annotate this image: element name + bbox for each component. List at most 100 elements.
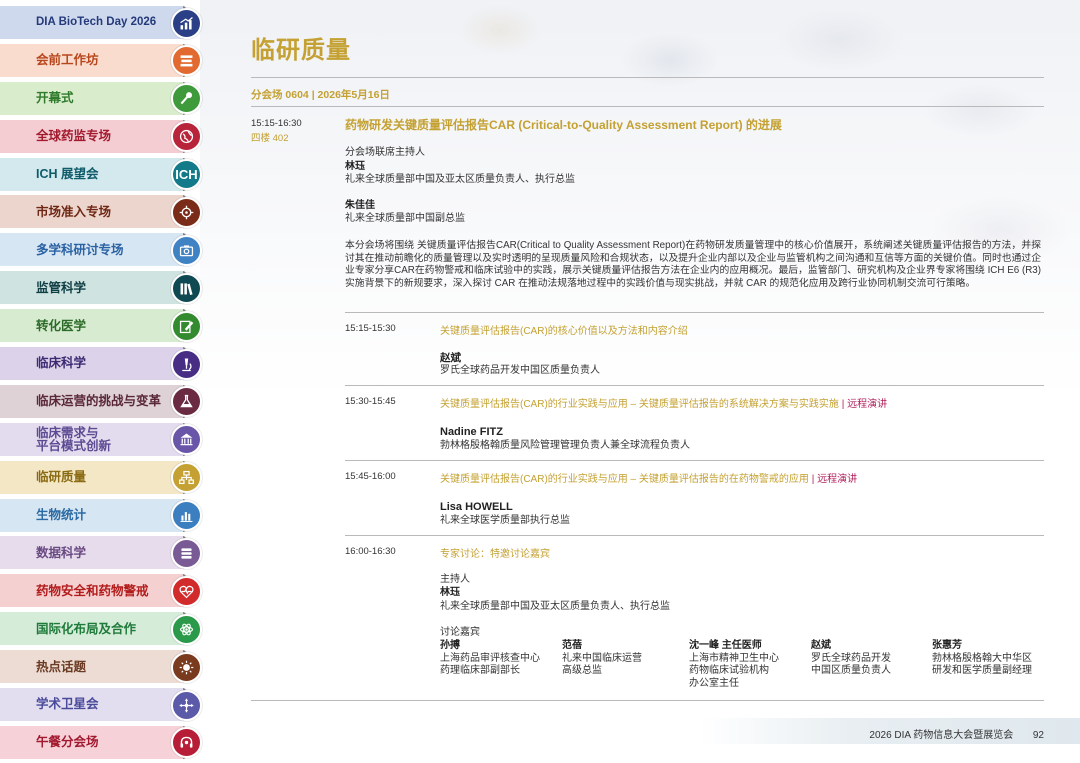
footer-text: 2026 DIA 药物信息大会暨展览会 <box>869 730 1014 741</box>
session-date-line: 分会场 0604 | 2026年5月16日 <box>251 89 390 101</box>
sidebar-item-label: 药物安全和药物警戒 <box>36 583 149 598</box>
divider <box>251 700 1044 701</box>
sidebar-item-label: 开幕式 <box>36 91 74 106</box>
sidebar-item-label: 会前工作坊 <box>36 53 99 68</box>
session-description: 本分会场将围绕 关键质量评估报告CAR(Critical to Quality … <box>345 240 1041 289</box>
camera-icon <box>171 234 202 266</box>
guest-entry: 赵斌 罗氏全球药品开发 中国区质量负责人 <box>811 640 891 678</box>
target-icon <box>171 196 202 228</box>
guest-role: 药物临床试验机构 <box>689 665 769 676</box>
guest-role: 办公室主任 <box>689 677 739 689</box>
chair-role: 礼来全球质量部中国副总监 <box>345 213 465 224</box>
panel-title: 专家讨论：特邀讨论嘉宾 <box>440 549 550 560</box>
remote-tag: 远程演讲 <box>817 474 858 485</box>
speaker-name: Nadine FITZ <box>440 426 503 438</box>
sidebar-item[interactable]: 多学科研讨专场 <box>0 231 205 269</box>
talk-time: 15:15-15:30 <box>345 323 396 334</box>
microphone-icon <box>171 83 202 115</box>
sidebar-item[interactable]: DIA BioTech Day 2026 <box>0 4 205 42</box>
database-icon <box>171 537 202 569</box>
sidebar-item-label: 临床科学 <box>36 356 87 371</box>
sidebar-item[interactable]: 午餐分会场 <box>0 724 205 762</box>
sidebar-item-label: 生物统计 <box>36 508 87 523</box>
sidebar-item[interactable]: 监管科学 <box>0 269 205 307</box>
divider <box>251 106 1044 107</box>
talk-title: 关键质量评估报告(CAR)的核心价值以及方法和内容介绍 <box>440 326 688 337</box>
page-title: 临研质量 <box>251 37 351 64</box>
chair-role: 礼来全球质量部中国及亚太区质量负责人、执行总监 <box>345 174 575 185</box>
guest-name: 赵斌 <box>811 640 831 651</box>
sidebar-item[interactable]: 转化医学 <box>0 307 205 345</box>
building-icon <box>171 424 202 456</box>
sidebar-item[interactable]: ICH 展望会 ICH <box>0 156 205 194</box>
sidebar-item[interactable]: 数据科学 <box>0 534 205 572</box>
sidebar-item[interactable]: 生物统计 <box>0 497 205 535</box>
sidebar-item[interactable]: 学术卫星会 <box>0 686 205 724</box>
sidebar-item[interactable]: 市场准入专场 <box>0 193 205 231</box>
sidebar-item-label: 临床需求与 平台模式创新 <box>36 425 112 453</box>
sidebar-item[interactable]: 会前工作坊 <box>0 42 205 80</box>
atom-icon <box>171 613 202 645</box>
guest-role: 上海市精神卫生中心 <box>689 652 779 664</box>
speaker-role: 勃林格殷格翰质量风险管理管理负责人兼全球流程负责人 <box>440 440 690 451</box>
sidebar-item-label: 转化医学 <box>36 318 87 333</box>
ich-icon: ICH <box>171 159 202 191</box>
guest-entry: 张惠芳 勃林格殷格翰大中华区 研发和医学质量副经理 <box>932 640 1032 678</box>
guest-role: 礼来中国临床运营 <box>562 652 642 664</box>
guest-entry: 范蓓 礼来中国临床运营 高级总监 <box>562 640 642 678</box>
headset-icon <box>171 727 202 759</box>
host-label: 主持人 <box>440 574 470 585</box>
guest-role: 药理临床部副部长 <box>440 665 520 676</box>
sidebar-item[interactable]: 药物安全和药物警戒 <box>0 572 205 610</box>
sidebar-item-label: 监管科学 <box>36 280 87 295</box>
sidebar-item[interactable]: 开幕式 <box>0 80 205 118</box>
sidebar-item[interactable]: 临床需求与 平台模式创新 <box>0 421 205 459</box>
speaker-name: Lisa HOWELL <box>440 501 513 513</box>
sidebar-nav: DIA BioTech Day 2026 会前工作坊开幕式全球药监专场 ICH 展望… <box>0 4 205 762</box>
guest-name: 张惠芳 <box>932 640 962 651</box>
sidebar-item[interactable]: 热点话题 <box>0 648 205 686</box>
sidebar-item-label: 临床运营的挑战与变革 <box>36 394 162 409</box>
talk-time: 15:30-15:45 <box>345 396 396 407</box>
divider <box>251 77 1044 78</box>
heartbeat-icon <box>171 575 202 607</box>
talk-title: 关键质量评估报告(CAR)的行业实践与应用 – 关键质量评估报告的系统解决方案与… <box>440 399 888 410</box>
talk-title: 关键质量评估报告(CAR)的行业实践与应用 – 关键质量评估报告的在药物警戒的应… <box>440 474 858 485</box>
sidebar-item[interactable]: 临研质量 <box>0 459 205 497</box>
sidebar-item-label: 热点话题 <box>36 659 87 674</box>
flask-icon <box>171 386 202 418</box>
speaker-role: 礼来全球医学质量部执行总监 <box>440 515 570 526</box>
sidebar-item[interactable]: 临床运营的挑战与变革 <box>0 383 205 421</box>
sidebar-item-label: 午餐分会场 <box>36 735 99 750</box>
sun-icon <box>171 651 202 683</box>
chairs-label: 分会场联席主持人 <box>345 147 425 158</box>
divider <box>345 535 1044 536</box>
bar-chart-icon <box>171 500 202 532</box>
sidebar-item-label: 市场准入专场 <box>36 204 112 219</box>
remote-tag: 远程演讲 <box>847 399 888 410</box>
chair-name: 朱佳佳 <box>345 200 375 211</box>
satellite-icon <box>171 689 202 721</box>
divider <box>345 385 1044 386</box>
sidebar-item-label: 国际化布局及合作 <box>36 621 137 636</box>
session-time: 15:15-16:30 <box>251 118 302 129</box>
sidebar-item[interactable]: 全球药监专场 <box>0 118 205 156</box>
divider <box>345 312 1044 313</box>
sidebar-item[interactable]: 临床科学 <box>0 345 205 383</box>
chart-icon <box>171 7 202 39</box>
guests-label: 讨论嘉宾 <box>440 627 480 638</box>
books-icon <box>171 272 202 304</box>
chair-name: 林珏 <box>345 161 365 172</box>
footer: 2026 DIA 药物信息大会暨展览会 92 <box>869 726 1044 741</box>
guest-entry: 孙搏 上海药品审评核查中心 药理临床部副部长 <box>440 640 540 678</box>
divider <box>345 460 1044 461</box>
sidebar-item-label: 临研质量 <box>36 470 87 485</box>
book-stack-icon <box>171 45 202 77</box>
sidebar-item-label: DIA BioTech Day 2026 <box>36 16 157 29</box>
guest-role: 研发和医学质量副经理 <box>932 665 1032 676</box>
sidebar-item[interactable]: 国际化布局及合作 <box>0 610 205 648</box>
guest-role: 高级总监 <box>562 665 602 676</box>
guest-name: 沈一峰 主任医师 <box>689 640 762 651</box>
guest-role: 罗氏全球药品开发 <box>811 652 891 664</box>
sidebar-item-label: 学术卫星会 <box>36 697 99 712</box>
